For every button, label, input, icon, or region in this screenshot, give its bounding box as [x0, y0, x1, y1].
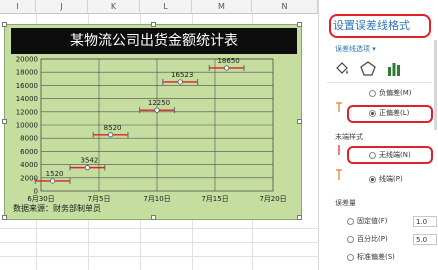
fill-bucket-icon[interactable] [333, 60, 351, 78]
x-tick-label: 7月20日 [259, 195, 286, 203]
percentage-input[interactable]: 5.0 [413, 234, 437, 245]
radio-no-cap[interactable]: 无线端(N) [369, 150, 411, 162]
end-style-label: 末端样式 [335, 133, 363, 141]
resize-handle[interactable] [2, 22, 7, 27]
radio-plus-error[interactable]: 正偏差(L) [369, 108, 409, 120]
radio-dot [347, 253, 354, 261]
panel-title: 设置误差线格式 [333, 19, 410, 32]
y-tick-label: 10000 [16, 122, 38, 130]
plus-error-style-icon [336, 102, 342, 112]
worksheet[interactable]: I J K L M N 某物流公司出货金额统计表 0 2000 4000 6000 80… [0, 0, 318, 270]
chart-source-note[interactable]: 数据来源：财务部制单员 [13, 203, 101, 214]
resize-handle[interactable] [297, 119, 302, 124]
cap-style-icon [336, 169, 342, 180]
radio-label: 正偏差(L) [379, 109, 410, 117]
radio-label: 标准偏差(S) [357, 253, 395, 261]
radio-dot [347, 217, 354, 225]
cell-grid-line [0, 256, 318, 257]
data-point [108, 132, 114, 138]
resize-handle[interactable] [2, 215, 7, 220]
resize-handle[interactable] [297, 215, 302, 220]
data-label: 1520 [46, 170, 64, 178]
radio-fixed-value[interactable]: 固定值(F) [347, 216, 388, 228]
column-header-m[interactable]: M [192, 0, 252, 14]
chart-object[interactable]: 某物流公司出货金额统计表 0 2000 4000 6000 8000 10000 12000… [2, 22, 303, 221]
data-point [84, 165, 91, 171]
x-tick-label: 7月10日 [143, 195, 170, 203]
radio-label: 固定值(F) [357, 217, 388, 225]
data-point [224, 65, 230, 71]
radio-dot [369, 151, 376, 159]
y-tick-label: 20000 [16, 56, 38, 64]
no-cap-style-icon [338, 145, 340, 155]
radio-std-deviation[interactable]: 标准偏差(S) [347, 252, 395, 264]
y-tick-label: 14000 [16, 95, 38, 103]
fixed-value-input[interactable]: 1.0 [413, 216, 437, 227]
radio-dot [369, 109, 376, 117]
column-header-l[interactable]: L [140, 0, 192, 14]
data-label: 18650 [217, 57, 239, 65]
format-error-bars-panel: 设置误差线格式 误差线选项 ▾ 负偏差(M) 正偏差(L) 末端样式 无线端(N… [318, 0, 438, 270]
x-tick-label: 6月30日 [27, 195, 54, 203]
column-header-j[interactable]: J [36, 0, 88, 14]
data-point [154, 107, 160, 113]
cell-grid-line [0, 242, 318, 243]
resize-handle[interactable] [151, 215, 156, 220]
radio-label: 百分比(P) [357, 235, 388, 243]
radio-minus-error[interactable]: 负偏差(M) [369, 88, 412, 100]
chart-plot-svg[interactable]: 0200040006000800010000120001400016000180… [5, 25, 303, 221]
y-tick-label: 12000 [16, 108, 38, 116]
column-header-k[interactable]: K [88, 0, 140, 14]
data-label: 16523 [171, 71, 193, 79]
radio-dot [369, 89, 376, 97]
radio-cap[interactable]: 线端(P) [369, 174, 403, 186]
panel-divider [327, 82, 431, 83]
data-label: 12250 [148, 99, 170, 107]
column-header-bar: I J K L M N [0, 0, 318, 14]
y-tick-label: 8000 [20, 135, 38, 143]
resize-handle[interactable] [297, 22, 302, 27]
excel-window: I J K L M N 某物流公司出货金额统计表 0 2000 4000 6000 80… [0, 0, 438, 270]
radio-label: 无线端(N) [379, 151, 411, 159]
y-tick-label: 4000 [20, 161, 38, 169]
data-point [177, 79, 183, 85]
data-label: 8520 [104, 124, 122, 132]
radio-label: 负偏差(M) [379, 89, 412, 97]
data-point [49, 178, 56, 184]
x-tick-label: 7月5日 [88, 195, 111, 203]
data-label: 3542 [80, 157, 98, 165]
column-header-i[interactable]: I [0, 0, 36, 14]
y-tick-label: 6000 [20, 148, 38, 156]
x-tick-label: 7月15日 [201, 195, 228, 203]
y-tick-label: 18000 [16, 69, 38, 77]
error-amount-label: 误差量 [335, 199, 356, 207]
error-bar-options-dropdown[interactable]: 误差线选项 ▾ [335, 44, 376, 54]
y-tick-label: 16000 [16, 82, 38, 90]
pentagon-icon[interactable] [359, 60, 377, 78]
radio-dot [347, 235, 354, 243]
resize-handle[interactable] [151, 22, 156, 27]
panel-tab-strip [333, 60, 429, 78]
radio-percentage[interactable]: 百分比(P) [347, 234, 388, 246]
column-header-n[interactable]: N [252, 0, 318, 14]
bar-chart-icon[interactable] [385, 60, 403, 78]
radio-label: 线端(P) [379, 175, 403, 183]
resize-handle[interactable] [2, 119, 7, 124]
cell-grid-line [0, 228, 318, 229]
panel-scrollbar[interactable] [434, 40, 437, 130]
radio-dot [369, 175, 376, 183]
